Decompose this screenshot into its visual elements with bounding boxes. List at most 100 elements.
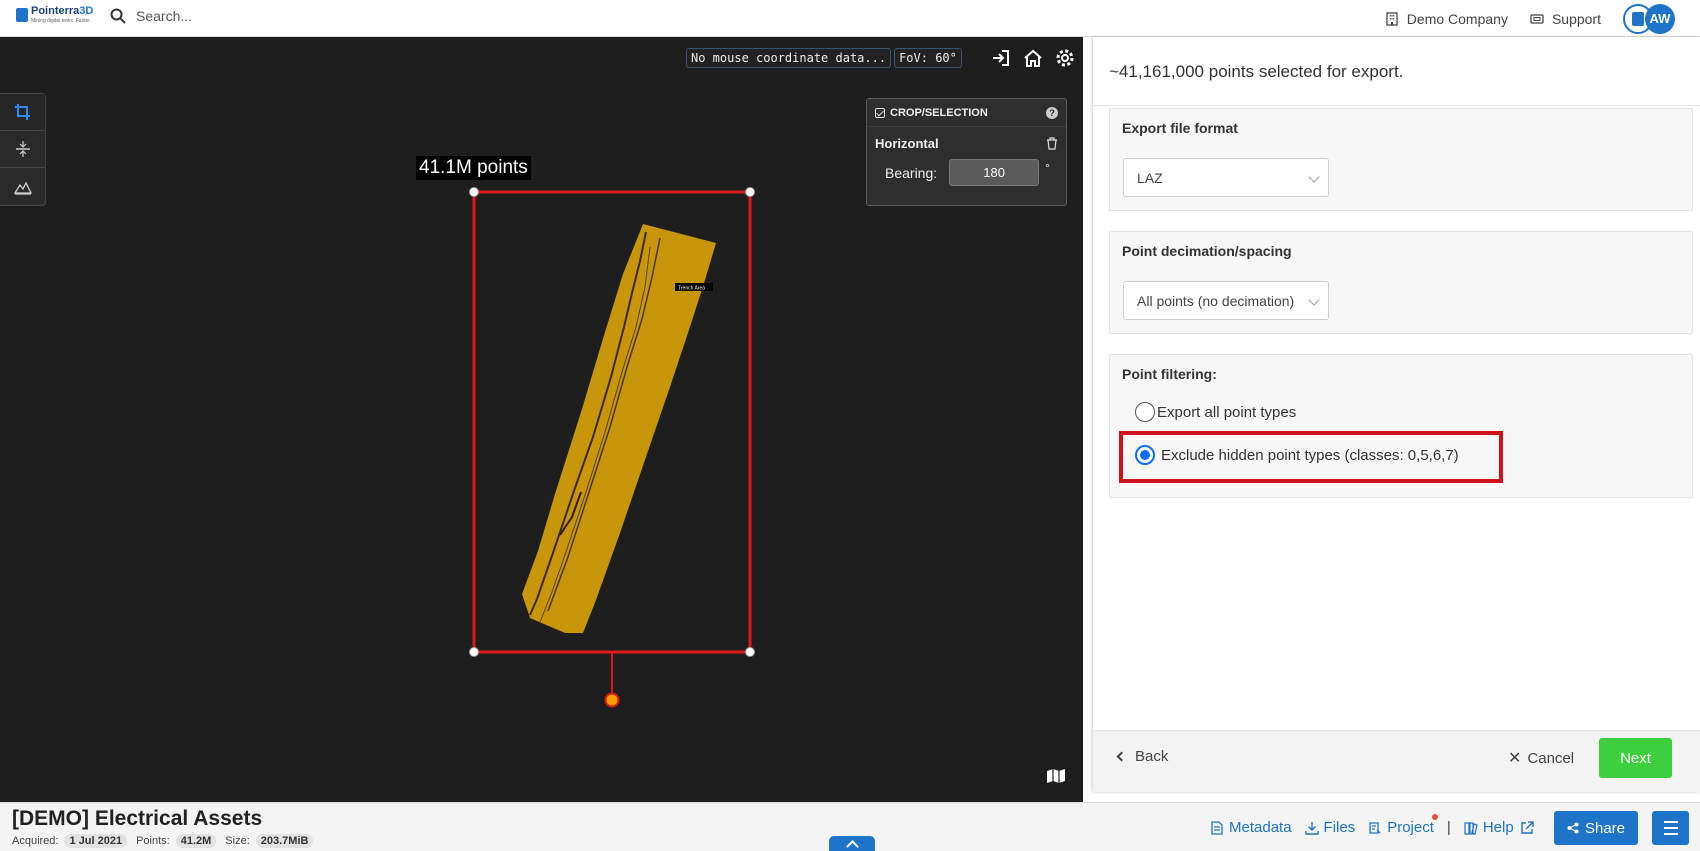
selection-handle[interactable] (469, 647, 479, 657)
points-count-label: 41.1M points (416, 156, 531, 180)
share-button[interactable]: Share (1554, 811, 1638, 845)
size-value: 203.7MiB (255, 834, 314, 848)
home-view-button[interactable] (1022, 47, 1044, 69)
bearing-label: Bearing: (885, 164, 938, 181)
crop-tool[interactable] (0, 94, 45, 131)
viewer-settings-button[interactable] (1054, 47, 1076, 69)
support-label: Support (1551, 10, 1601, 27)
crop-panel-title: CROP/SELECTION (890, 106, 988, 119)
expand-panel-tab[interactable] (829, 836, 875, 851)
files-link[interactable]: Files (1304, 819, 1356, 836)
book-icon (1464, 821, 1478, 835)
link-separator: | (1446, 819, 1451, 836)
logo-name: Pointerra (31, 5, 80, 17)
crop-checkbox-icon[interactable] (875, 107, 885, 118)
decimation-label: Point decimation/spacing (1122, 243, 1292, 259)
trash-icon[interactable] (1046, 137, 1058, 150)
section-tool[interactable] (0, 131, 45, 168)
chevron-left-icon (1116, 751, 1127, 762)
help-icon[interactable]: ? (1046, 106, 1058, 119)
building-icon (1386, 11, 1398, 26)
project-meta: Acquired: 1 Jul 2021 Points: 41.2M Size:… (12, 834, 322, 848)
crop-icon (14, 104, 30, 120)
bearing-input[interactable]: 180 (949, 159, 1040, 186)
export-all-label: Export all point types (1157, 403, 1297, 421)
mouse-coords: No mouse coordinate data... (686, 48, 892, 68)
ticket-icon (1530, 13, 1544, 24)
size-label: Size: (225, 835, 250, 847)
close-icon: ✕ (1508, 750, 1522, 767)
cancel-button[interactable]: ✕ Cancel (1508, 748, 1574, 768)
point-filtering-card: Point filtering: Export all point types … (1109, 354, 1693, 498)
search-box (110, 8, 436, 24)
share-icon (1567, 822, 1579, 834)
selection-handle[interactable] (745, 187, 755, 197)
divider (1093, 105, 1700, 106)
logo-mark-icon (16, 8, 28, 22)
hamburger-icon (1663, 821, 1678, 823)
selection-handle[interactable] (469, 187, 479, 197)
company-name: Demo Company (1406, 10, 1508, 27)
export-format-value: LAZ (1137, 169, 1163, 186)
user-avatar[interactable]: AW (1645, 3, 1675, 34)
rotation-handle[interactable] (604, 692, 620, 708)
radio-selected[interactable] (1135, 445, 1155, 465)
external-link-icon (1520, 820, 1534, 834)
section-icon (15, 141, 30, 157)
decimation-value: All points (no decimation) (1137, 292, 1295, 309)
search-input[interactable] (136, 8, 436, 24)
terrain-tool[interactable] (0, 168, 45, 205)
decimation-select[interactable]: All points (no decimation) (1123, 281, 1329, 320)
project-icon (1369, 821, 1381, 834)
enter-view-button[interactable] (990, 47, 1012, 69)
next-button[interactable]: Next (1599, 738, 1672, 778)
export-panel: ~41,161,000 points selected for export. … (1093, 37, 1700, 792)
chevron-down-icon (1308, 171, 1320, 183)
notification-dot (1431, 814, 1438, 820)
map-icon[interactable] (1046, 768, 1066, 784)
company-avatar-icon (1632, 11, 1644, 26)
acquired-label: Acquired: (12, 835, 59, 847)
radio-unselected[interactable] (1135, 402, 1155, 422)
metadata-link[interactable]: Metadata (1210, 819, 1292, 836)
decimation-card: Point decimation/spacing All points (no … (1109, 231, 1693, 334)
search-icon[interactable] (110, 8, 126, 24)
pointerra-logo[interactable]: Pointerra3D Mining digital twins. Faster… (16, 6, 93, 24)
sign-in-icon (993, 50, 1009, 66)
cancel-label: Cancel (1527, 749, 1575, 767)
view-controls (990, 47, 1083, 69)
point-cloud-viewer[interactable]: Trench Area No mouse coordinate data... … (0, 37, 1083, 802)
fov-readout[interactable]: FoV: 60° (894, 48, 962, 68)
menu-button[interactable] (1652, 811, 1689, 845)
company-link[interactable]: Demo Company (1385, 11, 1508, 27)
help-label: Help (1482, 819, 1514, 836)
logo-name-3d: 3D (79, 5, 94, 17)
files-label: Files (1323, 819, 1356, 836)
export-format-select[interactable]: LAZ (1123, 158, 1329, 197)
point-filtering-label: Point filtering: (1122, 366, 1217, 382)
download-icon (1304, 821, 1319, 835)
home-icon (1024, 49, 1042, 67)
export-heading: ~41,161,000 points selected for export. (1109, 62, 1404, 81)
logo-tagline: Mining digital twins. Faster. (31, 18, 92, 24)
top-bar: Pointerra3D Mining digital twins. Faster… (0, 0, 1700, 37)
project-link[interactable]: Project (1368, 814, 1438, 836)
export-format-label: Export file format (1122, 120, 1238, 136)
export-all-option[interactable]: Export all point types (1135, 402, 1296, 422)
back-button[interactable]: Back (1116, 748, 1168, 765)
support-link[interactable]: Support (1530, 11, 1601, 27)
export-footer: Back ✕ Cancel Next (1093, 730, 1700, 792)
project-links: Metadata Files Project | Help (1210, 814, 1552, 836)
help-link[interactable]: Help (1464, 819, 1539, 836)
project-title: [DEMO] Electrical Assets (12, 807, 263, 830)
chevron-down-icon (1308, 294, 1320, 306)
project-bar: [DEMO] Electrical Assets Acquired: 1 Jul… (0, 802, 1700, 851)
share-label: Share (1584, 819, 1626, 837)
exclude-hidden-option[interactable]: Exclude hidden point types (classes: 0,5… (1135, 445, 1459, 465)
coordinate-readout: No mouse coordinate data... FoV: 60° (686, 48, 965, 68)
bearing-unit: ° (1045, 161, 1050, 175)
user-avatars[interactable]: AW (1623, 3, 1683, 35)
chevron-up-icon (845, 840, 859, 851)
selection-handle[interactable] (745, 647, 755, 657)
acquired-value: 1 Jul 2021 (64, 834, 128, 848)
